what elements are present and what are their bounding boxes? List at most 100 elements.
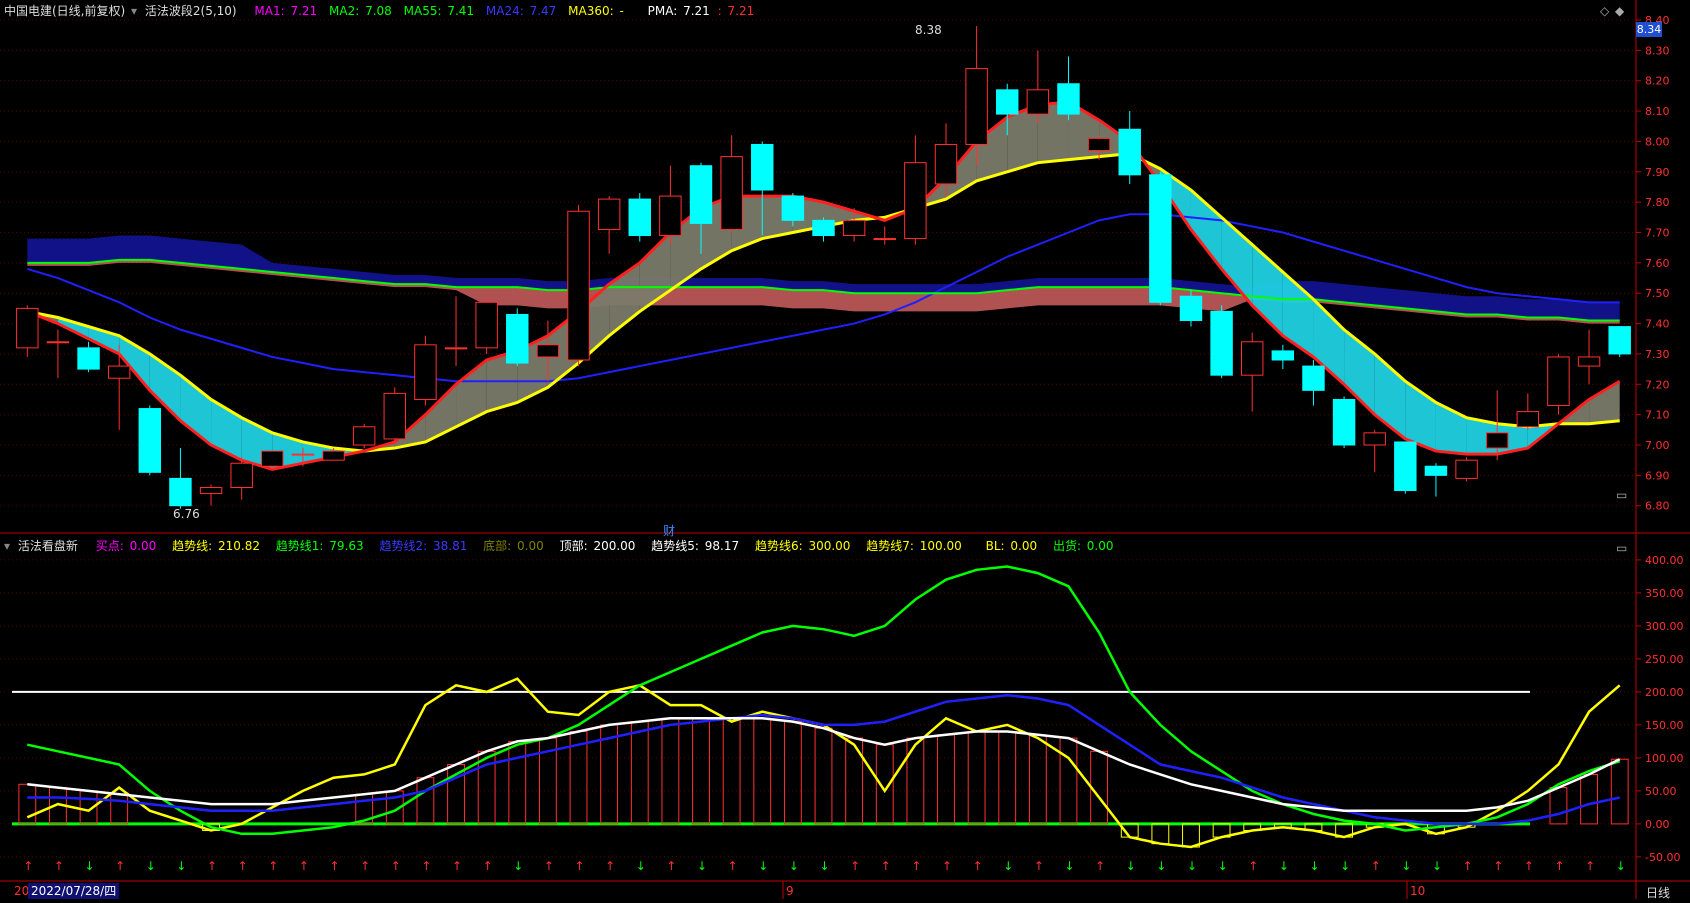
positive-bar bbox=[630, 721, 649, 825]
candle-body bbox=[138, 408, 162, 473]
candle-body bbox=[812, 219, 835, 237]
ma2-value: 7.08 bbox=[365, 4, 392, 18]
candle-body bbox=[1302, 365, 1325, 391]
trend1-value: 79.63 bbox=[329, 539, 364, 553]
down-arrow-icon: ↓ bbox=[513, 859, 523, 873]
candle-body bbox=[1149, 174, 1172, 303]
up-arrow-icon: ↑ bbox=[942, 859, 952, 873]
candle-body bbox=[1424, 465, 1448, 476]
down-arrow-icon: ↓ bbox=[1126, 859, 1136, 873]
down-arrow-icon: ↓ bbox=[1401, 859, 1411, 873]
down-arrow-icon: ↓ bbox=[1064, 859, 1074, 873]
up-arrow-icon: ↑ bbox=[973, 859, 983, 873]
candle-body bbox=[628, 198, 651, 237]
candle-body bbox=[1087, 137, 1111, 152]
pma-value: 7.21 bbox=[683, 4, 710, 18]
minimize-icon[interactable]: ▭ bbox=[1616, 488, 1627, 502]
candle-body bbox=[230, 462, 253, 489]
up-arrow-icon: ↑ bbox=[850, 859, 860, 873]
kline-chart-svg: 6.80 6.90 7.00 7.10 7.20 7.30 7.40 7.50 7.60 7.70… bbox=[0, 0, 1690, 899]
candle-body bbox=[444, 347, 468, 350]
down-arrow-icon: ↓ bbox=[85, 859, 95, 873]
dropdown-icon[interactable]: ▾ bbox=[131, 4, 137, 18]
positive-bar bbox=[508, 740, 527, 825]
price-tick-label: 6.80 bbox=[1645, 500, 1670, 513]
trend5-label: 趋势线5: bbox=[651, 539, 703, 553]
trend5-value: 98.17 bbox=[704, 539, 740, 553]
sub-tick-label: -50.00 bbox=[1645, 851, 1680, 864]
dropdown-icon-2[interactable]: ▾ bbox=[4, 539, 10, 553]
down-arrow-icon: ↓ bbox=[1156, 859, 1166, 873]
positive-bar bbox=[416, 777, 435, 825]
ship-value: 0.00 bbox=[1086, 539, 1114, 553]
up-arrow-icon: ↑ bbox=[1371, 859, 1381, 873]
price-tick-label: 7.30 bbox=[1645, 348, 1670, 361]
candle-body bbox=[1394, 441, 1417, 492]
month-sep-label: 9 bbox=[786, 884, 794, 898]
down-arrow-icon: ↓ bbox=[636, 859, 646, 873]
candle-body bbox=[597, 198, 621, 230]
positive-bar bbox=[998, 731, 1017, 825]
down-arrow-icon: ↓ bbox=[1218, 859, 1228, 873]
bottom-label: 底部: bbox=[483, 539, 516, 553]
positive-bar bbox=[753, 717, 772, 825]
sub-indicator-name[interactable]: 活法看盘新 bbox=[18, 539, 78, 553]
pma-label: PMA: bbox=[647, 4, 682, 18]
indicator-name[interactable]: 活法波段2(5,10) bbox=[145, 4, 237, 18]
up-arrow-icon: ↑ bbox=[54, 859, 64, 873]
stock-label: 中国电建(日线,前复权) bbox=[4, 4, 126, 18]
candle-body bbox=[1332, 398, 1356, 446]
date-prefix: 20 bbox=[14, 884, 30, 898]
candle-body bbox=[567, 210, 590, 361]
positive-bar bbox=[967, 731, 986, 825]
trend-label: 趋势线: bbox=[172, 539, 216, 553]
price-tick-label: 7.20 bbox=[1645, 378, 1670, 391]
price-tick-label: 8.30 bbox=[1645, 44, 1670, 57]
price-tick-label: 7.10 bbox=[1645, 409, 1670, 422]
up-arrow-icon: ↑ bbox=[299, 859, 309, 873]
sub-tick-label: 100.00 bbox=[1645, 752, 1684, 765]
candle-body bbox=[1516, 411, 1540, 428]
down-arrow-icon: ↓ bbox=[1187, 859, 1197, 873]
main-chart-header: 中国电建(日线,前复权) ▾ 活法波段2(5,10) MA1: 7.21 MA2… bbox=[4, 4, 755, 18]
positive-bar bbox=[1090, 750, 1109, 825]
ship-label: 出货: bbox=[1052, 539, 1085, 553]
period-label[interactable]: 日线 bbox=[1646, 884, 1670, 901]
ma55-value: 7.41 bbox=[447, 4, 475, 18]
up-arrow-icon: ↑ bbox=[238, 859, 248, 873]
up-arrow-icon: ↑ bbox=[1463, 859, 1473, 873]
high-label: 8.38 bbox=[915, 23, 942, 37]
up-arrow-icon: ↑ bbox=[575, 859, 585, 873]
up-arrow-icon: ↑ bbox=[268, 859, 278, 873]
trend1-label: 趋势线1: bbox=[275, 539, 328, 553]
candle-body bbox=[199, 487, 223, 495]
negative-bar bbox=[1182, 823, 1200, 848]
diamond-icon[interactable]: ◇ bbox=[1600, 4, 1609, 18]
candle-body bbox=[751, 143, 774, 191]
trend-line-white bbox=[27, 717, 1621, 812]
price-tick-label: 7.50 bbox=[1645, 287, 1670, 300]
month-sep-label-2: 10 bbox=[1410, 884, 1426, 898]
candle-body bbox=[873, 238, 896, 241]
up-arrow-icon: ↑ bbox=[23, 859, 33, 873]
up-arrow-icon: ↑ bbox=[483, 859, 493, 873]
price-tick-label: 8.00 bbox=[1645, 135, 1670, 148]
up-arrow-icon: ↑ bbox=[1585, 859, 1595, 873]
down-arrow-icon: ↓ bbox=[1340, 859, 1350, 873]
settings-icon[interactable]: ◆ bbox=[1615, 4, 1624, 18]
ma-ribbon-segment bbox=[456, 360, 487, 427]
maximize-icon[interactable]: ▭ bbox=[1616, 541, 1627, 555]
up-arrow-icon: ↑ bbox=[605, 859, 615, 873]
candle-body bbox=[1179, 295, 1203, 322]
sub-chart-header: ▾ 活法看盘新 买点: 0.00 趋势线: 210.82 趋势线1: 79.63… bbox=[4, 536, 1116, 556]
price-tick-label: 7.80 bbox=[1645, 196, 1670, 209]
trend2-label: 趋势线2: bbox=[379, 539, 431, 553]
candle-body bbox=[720, 156, 743, 230]
trend-line-yellow bbox=[26, 677, 1621, 849]
candle-body bbox=[475, 301, 498, 349]
trend7-label: 趋势线7: bbox=[866, 539, 918, 553]
finance-marker[interactable]: 财 bbox=[663, 522, 675, 539]
ma24-value: 7.47 bbox=[529, 4, 557, 18]
price-tick-label: 7.40 bbox=[1645, 318, 1670, 331]
bl-label: BL: bbox=[985, 539, 1009, 553]
